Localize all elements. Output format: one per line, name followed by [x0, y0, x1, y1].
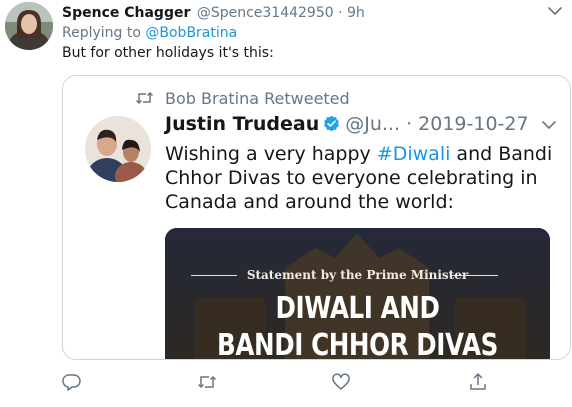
quoted-text-part: Wishing a very happy: [165, 143, 377, 165]
media-title-line2: BANDI CHHOR DIVAS: [217, 328, 498, 360]
quoted-separator: ·: [406, 113, 413, 135]
retweeted-by-text: Bob Bratina Retweeted: [165, 89, 350, 108]
retweeted-by-label: Bob Bratina Retweeted: [137, 89, 350, 109]
quoted-avatar[interactable]: [85, 116, 151, 182]
media-statement-label: Statement by the Prime Minister: [246, 268, 469, 282]
chevron-down-icon[interactable]: [548, 6, 562, 16]
heart-icon: [332, 373, 350, 390]
quoted-display-name[interactable]: Justin Trudeau: [165, 113, 319, 135]
retweet-icon: [197, 375, 217, 389]
quoted-media-image[interactable]: Statement by the Prime Minister DIWALI A…: [165, 228, 550, 360]
reply-button[interactable]: [62, 372, 82, 392]
like-button[interactable]: [331, 372, 351, 392]
user-handle[interactable]: @Spence31442950: [197, 5, 334, 21]
separator: ·: [338, 5, 343, 21]
reply-icon: [62, 374, 81, 391]
share-icon: [470, 373, 486, 390]
quoted-header: Justin Trudeau @Ju... · 2019-10-27: [165, 112, 529, 136]
tweet-header: Spence Chagger @Spence31442950 · 9h: [62, 3, 365, 23]
quoted-handle[interactable]: @Ju...: [345, 113, 400, 135]
timestamp[interactable]: 9h: [347, 5, 365, 21]
hashtag-link[interactable]: #Diwali: [377, 143, 451, 165]
verified-badge-icon: [324, 115, 340, 132]
tweet-action-bar: [0, 372, 572, 398]
quoted-tweet-card[interactable]: Bob Bratina Retweeted Justin Trudeau @Ju…: [62, 75, 571, 360]
quoted-date[interactable]: 2019-10-27: [418, 113, 528, 135]
tweet-text: But for other holidays it's this:: [62, 45, 274, 61]
reply-context: Replying to @BobBratina: [62, 24, 237, 42]
display-name[interactable]: Spence Chagger: [62, 5, 190, 21]
chevron-down-icon[interactable]: [542, 120, 556, 130]
share-button[interactable]: [468, 372, 488, 392]
reply-prefix: Replying to: [62, 25, 141, 41]
avatar[interactable]: [5, 2, 53, 50]
media-title-line1: DIWALI AND: [275, 291, 440, 326]
reply-mention-link[interactable]: @BobBratina: [145, 25, 237, 41]
retweet-button[interactable]: [197, 372, 217, 392]
quoted-tweet-text: Wishing a very happy #Diwali and Bandi C…: [165, 142, 561, 214]
